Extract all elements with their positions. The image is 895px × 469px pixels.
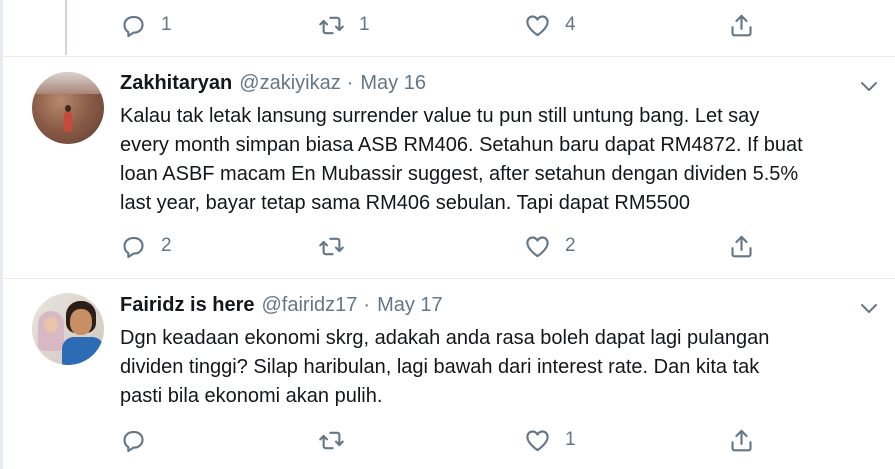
user-name[interactable]: Zakhitaryan xyxy=(120,72,232,95)
tweet-date[interactable]: May 16 xyxy=(360,72,426,95)
tweet-actions: 1 xyxy=(0,425,895,455)
share-button[interactable] xyxy=(728,12,755,39)
share-button[interactable] xyxy=(728,427,755,454)
like-button[interactable]: 4 xyxy=(524,12,576,39)
tweet-menu-button[interactable] xyxy=(860,80,878,92)
like-button[interactable]: 2 xyxy=(524,233,576,260)
divider xyxy=(0,278,895,279)
retweet-button[interactable] xyxy=(318,233,359,260)
like-count: 1 xyxy=(565,429,576,450)
divider xyxy=(0,56,895,57)
user-name[interactable]: Fairidz is here xyxy=(120,294,255,317)
user-handle[interactable]: @fairidz17 xyxy=(262,294,358,317)
tweet-actions: 2 2 xyxy=(0,231,895,261)
chevron-down-icon xyxy=(861,304,877,313)
reply-icon xyxy=(123,15,144,37)
avatar[interactable] xyxy=(32,72,104,144)
like-icon xyxy=(526,235,549,257)
retweet-icon xyxy=(319,237,344,255)
share-icon xyxy=(731,235,752,257)
tweet-text: Dgn keadaan ekonomi skrg, adakah anda ra… xyxy=(120,327,770,407)
separator: · xyxy=(346,72,354,94)
separator: · xyxy=(363,294,371,316)
tweet-menu-button[interactable] xyxy=(860,302,878,314)
tweet-header: Zakhitaryan @zakiyikaz · May 16 xyxy=(120,72,426,95)
reply-button[interactable] xyxy=(120,427,161,454)
retweet-icon xyxy=(319,431,344,449)
retweet-count: 1 xyxy=(359,14,370,35)
avatar[interactable] xyxy=(32,293,104,365)
user-handle[interactable]: @zakiyikaz xyxy=(239,72,340,95)
like-icon xyxy=(526,429,549,451)
retweet-button[interactable] xyxy=(318,427,359,454)
reply-button[interactable]: 2 xyxy=(120,233,172,260)
like-count: 4 xyxy=(565,14,576,35)
tweet-header: Fairidz is here @fairidz17 · May 17 xyxy=(120,294,443,317)
chevron-down-icon xyxy=(861,82,877,91)
top-tweet-actions: 1 1 4 xyxy=(0,10,895,40)
share-button[interactable] xyxy=(728,233,755,260)
share-icon xyxy=(731,429,752,451)
reply-icon xyxy=(123,430,144,452)
reply-count: 2 xyxy=(161,235,172,256)
retweet-button[interactable]: 1 xyxy=(318,12,370,39)
reply-icon xyxy=(123,236,144,258)
tweet-date[interactable]: May 17 xyxy=(377,294,443,317)
retweet-icon xyxy=(319,16,344,34)
like-button[interactable]: 1 xyxy=(524,427,576,454)
share-icon xyxy=(731,14,752,36)
like-icon xyxy=(526,14,549,36)
like-count: 2 xyxy=(565,235,576,256)
reply-count: 1 xyxy=(161,14,172,35)
tweet-text: Kalau tak letak lansung surrender value … xyxy=(120,105,803,214)
reply-button[interactable]: 1 xyxy=(120,12,172,39)
